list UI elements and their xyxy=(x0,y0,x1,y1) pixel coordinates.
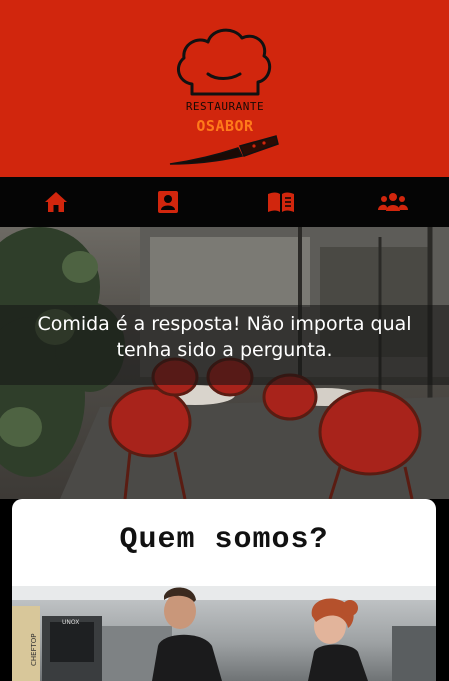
home-icon xyxy=(45,192,68,212)
nav-menu[interactable] xyxy=(225,177,337,227)
sign-text: CHEFTOP xyxy=(30,633,38,666)
oven-brand-label: UNOX xyxy=(62,619,80,626)
hero-image: Comida é a resposta! Não importa qual te… xyxy=(0,227,449,499)
contact-card-icon xyxy=(158,191,179,213)
users-icon xyxy=(377,193,408,211)
about-card: Quem somos? UNOX CHEFTOP xyxy=(12,499,436,681)
nav-team[interactable] xyxy=(337,177,449,227)
restaurant-logo[interactable]: RESTAURANTE OSABOR xyxy=(160,22,290,172)
main-nav xyxy=(0,177,449,227)
header: RESTAURANTE OSABOR xyxy=(0,0,449,177)
logo-name: OSABOR xyxy=(196,117,254,135)
kitchen-photo: UNOX CHEFTOP xyxy=(12,586,436,681)
knife-icon xyxy=(169,135,279,165)
chefs-photo xyxy=(12,586,436,681)
nav-about[interactable] xyxy=(112,177,224,227)
logo-subtitle: RESTAURANTE xyxy=(185,100,265,113)
hero-quote: Comida é a resposta! Não importa qual te… xyxy=(37,313,412,361)
nav-home[interactable] xyxy=(0,177,112,227)
about-title: Quem somos? xyxy=(119,523,329,557)
menu-book-icon xyxy=(267,192,294,212)
